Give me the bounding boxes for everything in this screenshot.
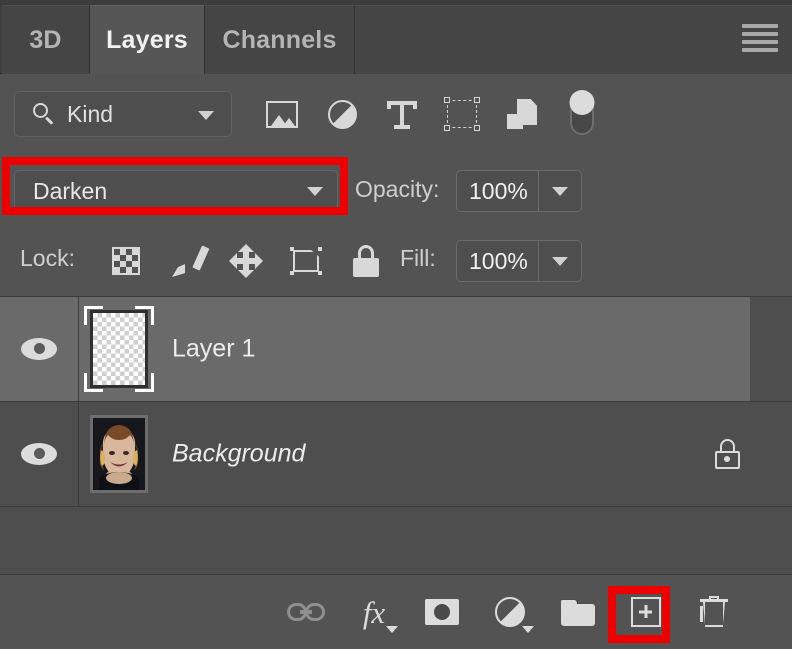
shape-layer-filter-icon[interactable] <box>432 91 492 137</box>
layer-mask-icon <box>425 599 459 625</box>
eye-icon <box>21 338 57 360</box>
lock-artboard-nesting-icon[interactable] <box>276 238 336 284</box>
layer-list: Layer 1 <box>0 296 792 574</box>
lock-position-icon[interactable] <box>216 238 276 284</box>
chevron-down-icon <box>198 111 214 120</box>
pixel-layer-filter-icon[interactable] <box>252 91 312 137</box>
filter-enable-toggle[interactable] <box>552 91 612 137</box>
new-adjustment-layer-button[interactable] <box>476 575 544 649</box>
layer-visibility-toggle[interactable] <box>0 402 79 506</box>
tab-layers-label: Layers <box>106 26 188 55</box>
adjustment-layer-filter-icon[interactable] <box>312 91 372 137</box>
filter-kind-select[interactable]: Kind <box>14 91 232 137</box>
new-layer-button[interactable] <box>612 575 680 649</box>
chevron-down-icon <box>522 626 534 633</box>
blend-mode-select[interactable]: Darken <box>14 170 338 212</box>
link-icon <box>287 603 325 621</box>
lock-row: Lock: <box>0 226 792 296</box>
tab-3d-label: 3D <box>29 26 61 55</box>
fill-field[interactable]: 100% <box>456 240 582 282</box>
chevron-down-icon <box>552 257 568 266</box>
layer-lock-indicator-icon <box>714 439 740 469</box>
layer-thumbnail[interactable] <box>84 411 154 497</box>
tab-layers[interactable]: Layers <box>90 5 205 74</box>
folder-icon <box>561 599 595 626</box>
opacity-value[interactable]: 100% <box>457 171 539 211</box>
filter-kind-label: Kind <box>67 101 113 128</box>
lock-image-pixels-icon[interactable] <box>156 238 216 284</box>
filter-type-icons <box>252 91 612 137</box>
smart-object-filter-icon[interactable] <box>492 91 552 137</box>
search-icon <box>33 103 55 125</box>
panel-tab-bar: 3D Layers Channels <box>0 0 792 74</box>
bottom-toolbar-buttons: fx <box>272 575 748 649</box>
new-group-button[interactable] <box>544 575 612 649</box>
add-layer-mask-button[interactable] <box>408 575 476 649</box>
fill-stepper[interactable] <box>539 241 581 281</box>
fx-icon: fx <box>363 597 385 628</box>
layer-style-button[interactable]: fx <box>340 575 408 649</box>
type-layer-filter-icon[interactable] <box>372 91 432 137</box>
hamburger-menu-icon[interactable] <box>742 24 778 50</box>
table-row[interactable]: Layer 1 <box>0 297 792 402</box>
tab-bar-filler <box>355 5 792 74</box>
layer-thumbnail[interactable] <box>84 306 154 392</box>
chevron-down-icon <box>386 626 398 633</box>
new-layer-plus-icon <box>631 597 661 627</box>
opacity-stepper[interactable] <box>539 171 581 211</box>
layer-filter-row: Kind <box>0 74 792 156</box>
layer-name[interactable]: Layer 1 <box>172 335 255 364</box>
eye-icon <box>21 443 57 465</box>
fill-label: Fill: <box>400 245 436 272</box>
opacity-field[interactable]: 100% <box>456 170 582 212</box>
blend-mode-value: Darken <box>33 178 107 205</box>
tab-3d[interactable]: 3D <box>2 5 90 74</box>
adjustment-circle-icon <box>495 597 525 627</box>
lock-icon-group <box>96 238 396 284</box>
layer-name[interactable]: Background <box>172 440 305 469</box>
fill-value[interactable]: 100% <box>457 241 539 281</box>
portrait-photo-thumbnail <box>90 415 148 493</box>
layers-panel: 3D Layers Channels Kind <box>0 0 792 649</box>
trash-icon <box>700 596 728 628</box>
tab-channels[interactable]: Channels <box>205 5 355 74</box>
portrait-photo-image <box>93 418 145 490</box>
tab-channels-label: Channels <box>222 26 336 55</box>
blend-mode-row: Darken Opacity: 100% <box>0 156 792 226</box>
opacity-label: Opacity: <box>355 176 439 203</box>
lock-label: Lock: <box>20 245 75 272</box>
layer-visibility-toggle[interactable] <box>0 297 79 401</box>
delete-layer-button[interactable] <box>680 575 748 649</box>
link-layers-button[interactable] <box>272 575 340 649</box>
chevron-down-icon <box>552 187 568 196</box>
layers-panel-bottom-toolbar: fx <box>0 574 792 649</box>
chevron-down-icon <box>307 187 323 196</box>
lock-all-icon[interactable] <box>336 238 396 284</box>
lock-transparent-pixels-icon[interactable] <box>96 238 156 284</box>
table-row[interactable]: Background <box>0 402 792 507</box>
